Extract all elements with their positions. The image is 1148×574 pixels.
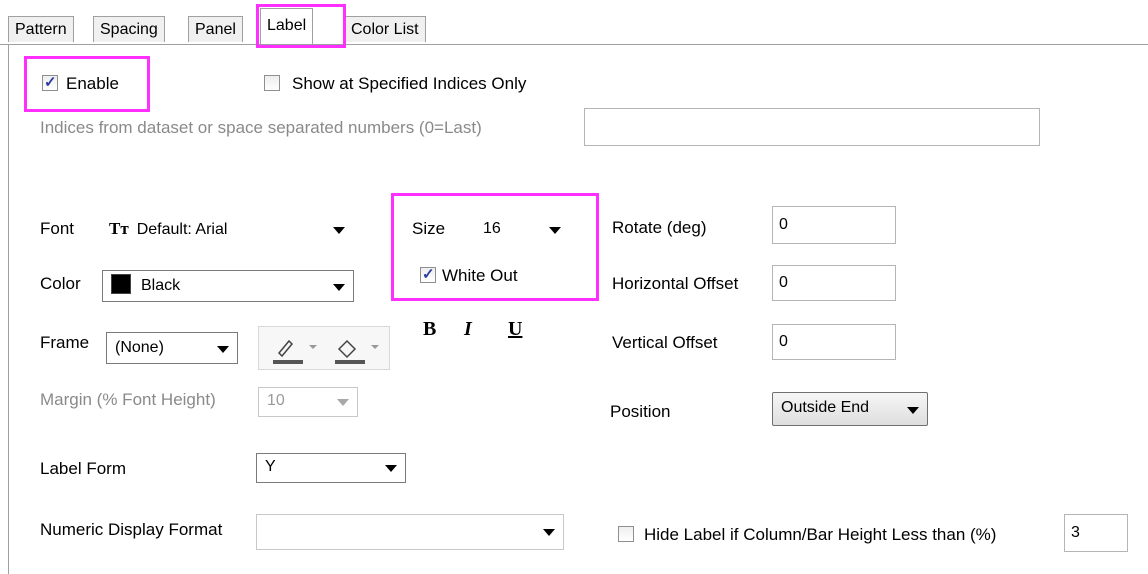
font-combo[interactable]: Tт Default: Arial: [100, 215, 354, 245]
frame-label: Frame: [40, 333, 90, 352]
font-label: Font: [40, 219, 75, 238]
size-combo[interactable]: 16: [474, 215, 570, 245]
show-specified-label: Show at Specified Indices Only: [292, 74, 527, 93]
chevron-down-icon: [543, 529, 555, 536]
hide-label-label: Hide Label if Column/Bar Height Less tha…: [644, 525, 997, 544]
h-offset-input[interactable]: [772, 265, 896, 301]
label-form-value: Y: [265, 458, 276, 475]
fill-color-icon: [335, 339, 379, 364]
position-value: Outside End: [781, 399, 870, 416]
hide-label-checkbox[interactable]: [618, 526, 634, 542]
line-color-icon: [273, 339, 317, 364]
position-label: Position: [610, 402, 671, 421]
indices-label: Indices from dataset or space separated …: [40, 118, 482, 137]
numeric-format-combo[interactable]: [256, 514, 564, 550]
tab-pattern[interactable]: Pattern: [8, 16, 74, 42]
bold-button[interactable]: B: [423, 318, 436, 341]
chevron-down-icon: [217, 346, 229, 353]
h-offset-label: Horizontal Offset: [612, 274, 739, 293]
color-value: Black: [141, 277, 181, 294]
margin-combo[interactable]: 10: [258, 387, 358, 417]
size-value: 16: [483, 220, 501, 237]
tab-panel[interactable]: Panel: [188, 16, 243, 42]
size-label: Size: [412, 219, 446, 238]
color-combo[interactable]: Black: [102, 270, 354, 302]
rotate-label: Rotate (deg): [612, 218, 707, 237]
highlight-label-tab: [256, 4, 346, 48]
font-value: Default: Arial: [136, 221, 228, 238]
pen-fill-icons: [273, 339, 379, 364]
margin-value: 10: [267, 392, 285, 409]
color-label: Color: [40, 274, 81, 293]
tab-strip: Pattern Spacing Panel Label Color List: [0, 0, 1148, 46]
chevron-down-icon: [333, 284, 345, 291]
chevron-down-icon: [333, 227, 345, 234]
white-out-label: White Out: [442, 266, 518, 285]
chevron-down-icon: [907, 407, 919, 414]
underline-button[interactable]: U: [508, 318, 522, 341]
position-combo[interactable]: Outside End: [772, 392, 928, 426]
white-out-checkbox[interactable]: ✓: [420, 266, 436, 283]
label-form-combo[interactable]: Y: [256, 453, 406, 483]
font-icon: Tт: [109, 219, 129, 238]
margin-label: Margin (% Font Height): [40, 390, 216, 409]
show-specified-checkbox[interactable]: [264, 75, 280, 91]
frame-value: (None): [115, 339, 164, 356]
enable-label: Enable: [66, 74, 119, 93]
numeric-format-label: Numeric Display Format: [40, 520, 223, 539]
indices-input[interactable]: [584, 108, 1040, 146]
enable-checkbox[interactable]: ✓: [42, 74, 58, 91]
chevron-down-icon: [549, 227, 561, 234]
panel-border: [8, 44, 9, 574]
v-offset-input[interactable]: [772, 324, 896, 360]
frame-combo[interactable]: (None): [106, 332, 238, 364]
hide-label-input[interactable]: [1064, 514, 1128, 552]
rotate-input[interactable]: [772, 206, 896, 244]
frame-color-pickers: [258, 326, 390, 370]
color-swatch: [111, 274, 131, 294]
tab-spacing[interactable]: Spacing: [93, 16, 165, 42]
chevron-down-icon: [385, 465, 397, 472]
tab-color-list[interactable]: Color List: [344, 16, 426, 42]
chevron-down-icon: [337, 399, 349, 406]
tab-divider: [0, 44, 1148, 45]
v-offset-label: Vertical Offset: [612, 333, 718, 352]
label-form-label: Label Form: [40, 459, 126, 478]
italic-button[interactable]: I: [464, 318, 472, 341]
